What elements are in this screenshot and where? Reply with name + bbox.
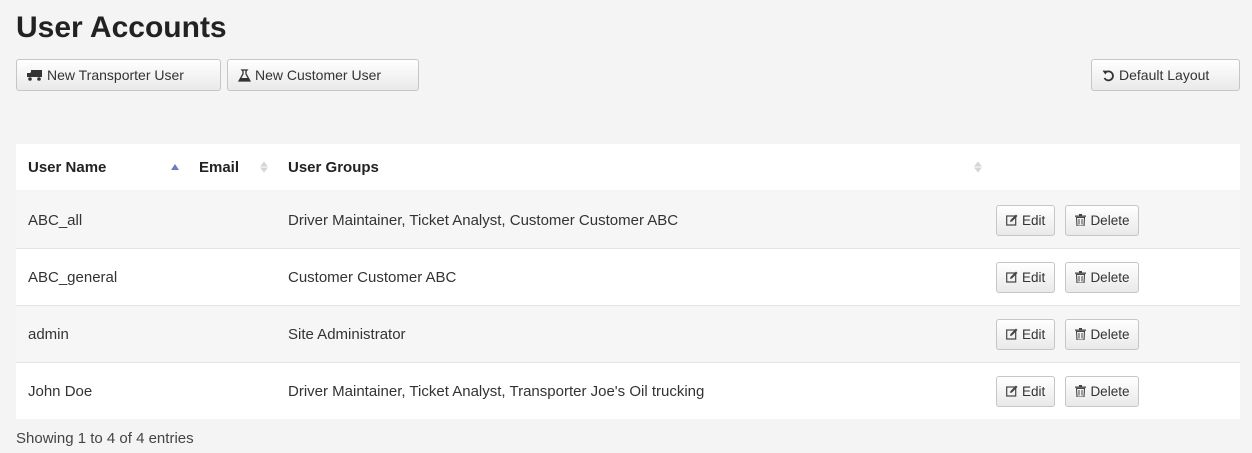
table-header-row: User Name Email User Groups <box>16 144 1240 192</box>
user-name-cell: ABC_all <box>16 191 187 249</box>
sort-both-icon <box>974 161 982 173</box>
flask-icon <box>238 68 251 82</box>
undo-icon <box>1102 69 1115 82</box>
sort-ascending-icon <box>171 164 179 170</box>
actions-cell: Edit Delete <box>990 248 1240 306</box>
trash-icon <box>1075 385 1087 397</box>
page-title: User Accounts <box>16 11 227 44</box>
table-row: John Doe Driver Maintainer, Ticket Analy… <box>16 362 1240 419</box>
user-accounts-table: User Name Email User Groups ABC_all Driv… <box>16 144 1240 419</box>
edit-button[interactable]: Edit <box>996 204 1056 236</box>
delete-button[interactable]: Delete <box>1065 204 1140 236</box>
email-cell <box>187 191 276 249</box>
edit-label: Edit <box>1022 269 1046 285</box>
default-layout-label: Default Layout <box>1119 67 1210 83</box>
table-row: admin Site Administrator Edit Delete <box>16 305 1240 363</box>
new-transporter-user-button[interactable]: New Transporter User <box>16 59 221 91</box>
column-header-label: Email <box>199 158 240 176</box>
user-groups-cell: Site Administrator <box>276 305 990 363</box>
delete-button[interactable]: Delete <box>1065 261 1140 293</box>
trash-icon <box>1075 328 1087 340</box>
table-row: ABC_general Customer Customer ABC Edit D… <box>16 248 1240 306</box>
sort-both-icon <box>260 161 268 173</box>
edit-icon <box>1006 271 1018 283</box>
actions-cell: Edit Delete <box>990 362 1240 419</box>
delete-label: Delete <box>1090 326 1130 342</box>
default-layout-button[interactable]: Default Layout <box>1091 59 1240 91</box>
actions-cell: Edit Delete <box>990 305 1240 363</box>
edit-icon <box>1006 385 1018 397</box>
email-cell <box>187 305 276 363</box>
edit-button[interactable]: Edit <box>996 375 1056 407</box>
user-groups-cell: Customer Customer ABC <box>276 248 990 306</box>
user-groups-cell: Driver Maintainer, Ticket Analyst, Custo… <box>276 191 990 249</box>
edit-label: Edit <box>1022 326 1046 342</box>
user-name-cell: ABC_general <box>16 248 187 306</box>
truck-icon <box>27 69 43 81</box>
column-header-email[interactable]: Email <box>187 144 276 192</box>
new-transporter-user-label: New Transporter User <box>47 67 184 83</box>
table-info-text: Showing 1 to 4 of 4 entries <box>16 430 194 447</box>
user-name-cell: John Doe <box>16 362 187 419</box>
delete-label: Delete <box>1090 212 1130 228</box>
delete-button[interactable]: Delete <box>1065 318 1140 350</box>
new-customer-user-label: New Customer User <box>255 67 382 83</box>
edit-icon <box>1006 328 1018 340</box>
trash-icon <box>1075 214 1087 226</box>
actions-cell: Edit Delete <box>990 191 1240 249</box>
delete-button[interactable]: Delete <box>1065 375 1140 407</box>
column-header-actions <box>990 144 1240 192</box>
delete-label: Delete <box>1090 383 1130 399</box>
table-row: ABC_all Driver Maintainer, Ticket Analys… <box>16 191 1240 249</box>
email-cell <box>187 248 276 306</box>
edit-label: Edit <box>1022 212 1046 228</box>
column-header-user-groups[interactable]: User Groups <box>276 144 990 192</box>
new-customer-user-button[interactable]: New Customer User <box>227 59 419 91</box>
email-cell <box>187 362 276 419</box>
trash-icon <box>1075 271 1087 283</box>
delete-label: Delete <box>1090 269 1130 285</box>
edit-button[interactable]: Edit <box>996 318 1056 350</box>
column-header-label: User Groups <box>288 158 379 176</box>
edit-button[interactable]: Edit <box>996 261 1056 293</box>
user-groups-cell: Driver Maintainer, Ticket Analyst, Trans… <box>276 362 990 419</box>
edit-icon <box>1006 214 1018 226</box>
user-name-cell: admin <box>16 305 187 363</box>
column-header-label: User Name <box>28 158 107 176</box>
edit-label: Edit <box>1022 383 1046 399</box>
column-header-user-name[interactable]: User Name <box>16 144 187 192</box>
